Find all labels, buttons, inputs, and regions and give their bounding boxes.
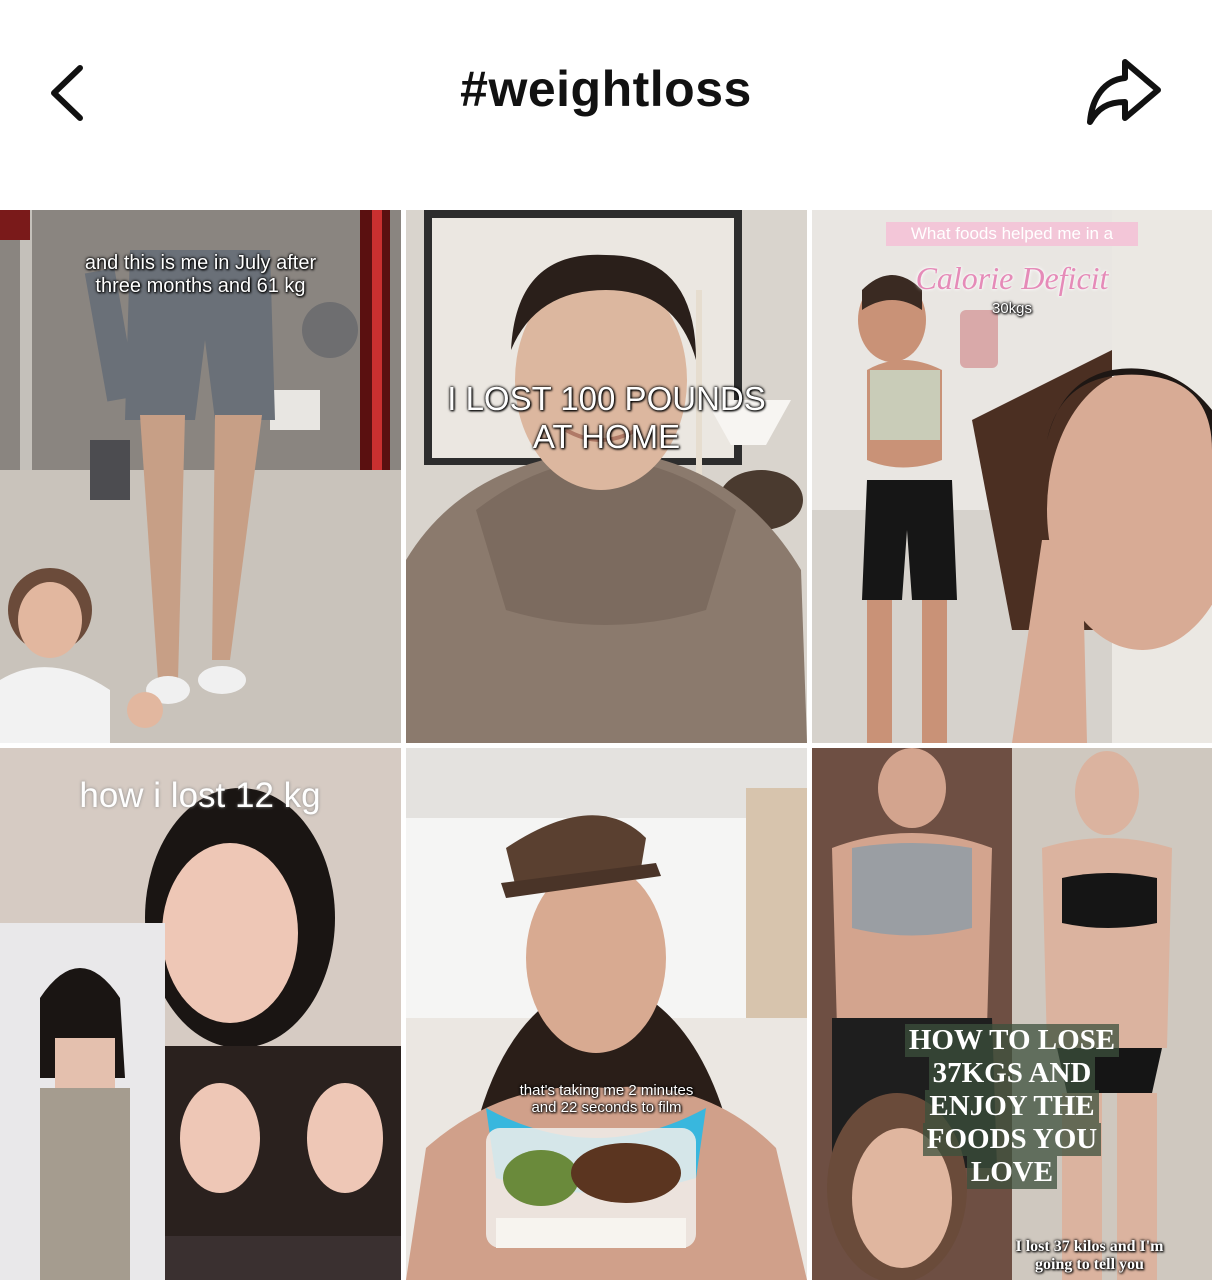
video-caption: how i lost 12 kg — [79, 776, 321, 815]
thumbnail-image — [0, 748, 401, 1280]
subtitle-line: I lost 37 kilos and I'm — [1015, 1238, 1164, 1255]
video-thumbnail[interactable]: and this is me in July after three month… — [0, 210, 401, 743]
video-caption: I LOST 100 POUNDS AT HOME — [416, 380, 797, 456]
caption-line: and 22 seconds to film — [531, 1099, 682, 1117]
video-headline: HOW TO LOSE 37KGS AND ENJOY THE FOODS YO… — [892, 1024, 1132, 1190]
thumbnail-image — [812, 748, 1212, 1280]
thumbnail-image — [406, 748, 807, 1280]
video-thumbnail[interactable]: how i lost 12 kg — [0, 748, 401, 1280]
headline-line: 37KGS AND — [928, 1057, 1096, 1091]
video-thumbnail[interactable]: that's taking me 2 minutes and 22 second… — [406, 748, 807, 1280]
share-button[interactable] — [1080, 54, 1170, 134]
video-caption: and this is me in July after three month… — [60, 252, 341, 298]
video-subtitle: 30kgs — [991, 300, 1033, 317]
top-bar: #weightloss — [0, 0, 1212, 190]
headline-line: HOW TO LOSE — [904, 1024, 1120, 1058]
video-thumbnail[interactable]: I LOST 100 POUNDS AT HOME — [406, 210, 807, 743]
caption-line: AT HOME — [532, 417, 681, 455]
caption-line: that's taking me 2 minutes — [519, 1082, 694, 1099]
video-headline: Calorie Deficit — [915, 260, 1109, 296]
page-title: #weightloss — [460, 61, 752, 117]
video-thumbnail[interactable]: HOW TO LOSE 37KGS AND ENJOY THE FOODS YO… — [812, 748, 1212, 1280]
video-grid: and this is me in July after three month… — [0, 210, 1212, 1280]
caption-line: and this is me in July after — [84, 252, 317, 274]
caption-line: I LOST 100 POUNDS — [447, 380, 766, 417]
video-caption: that's taking me 2 minutes and 22 second… — [476, 1082, 737, 1117]
video-thumbnail[interactable]: What foods helped me in a Calorie Defici… — [812, 210, 1212, 743]
thumbnail-image — [406, 210, 807, 743]
video-banner: What foods helped me in a — [886, 222, 1138, 246]
caption-line: three months and 61 kg — [95, 275, 306, 297]
headline-line: FOODS YOU — [922, 1123, 1102, 1157]
headline-line: ENJOY THE — [925, 1090, 1099, 1124]
headline-line: LOVE — [966, 1156, 1058, 1190]
video-subtitle: I lost 37 kilos and I'm going to tell yo… — [982, 1238, 1197, 1275]
subtitle-line: going to tell you — [1035, 1256, 1144, 1274]
share-arrow-icon — [1087, 59, 1161, 125]
